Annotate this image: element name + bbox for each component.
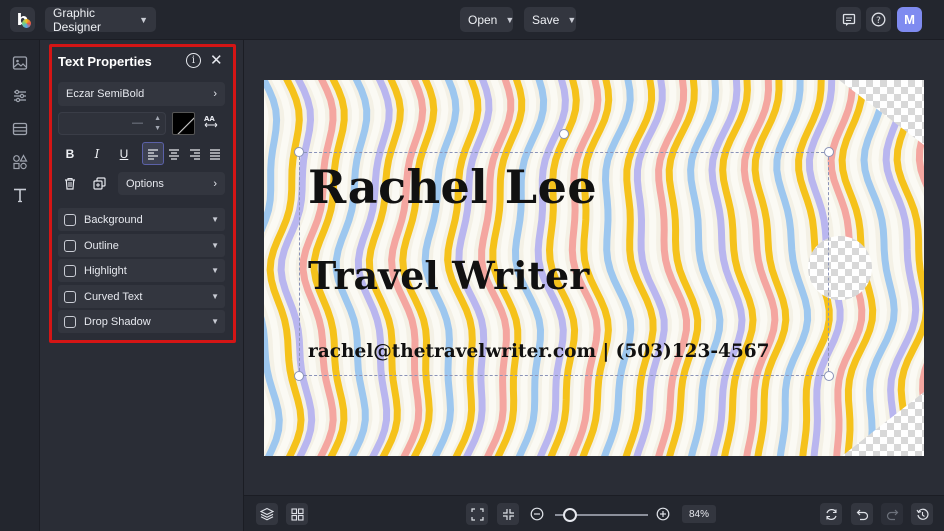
bold-button[interactable]: B (59, 142, 81, 165)
effect-outline[interactable]: Outline ▼ (58, 234, 225, 257)
panel-title: Text Properties (58, 54, 152, 69)
zoom-slider-handle[interactable] (563, 508, 577, 522)
layers-icon (260, 507, 274, 521)
font-selector[interactable]: Eczar SemiBold › (58, 82, 225, 106)
chevron-right-icon: › (213, 177, 217, 190)
text-tool-icon[interactable] (10, 185, 30, 205)
curved-text-checkbox[interactable] (64, 290, 76, 303)
align-justify-icon (210, 148, 220, 160)
help-button[interactable]: ? (866, 7, 891, 32)
font-size-value: — (132, 117, 143, 129)
zoom-value[interactable]: 84% (682, 505, 716, 523)
resize-handle-bottom-left[interactable] (294, 371, 304, 381)
chevron-right-icon: › (213, 88, 217, 100)
font-size-input[interactable]: — ▲ ▼ (58, 112, 166, 135)
font-name-label: Eczar SemiBold (66, 88, 145, 100)
graphics-tool-icon[interactable] (10, 152, 30, 172)
italic-button[interactable]: I (86, 142, 108, 165)
trash-icon[interactable] (60, 173, 80, 194)
align-center-icon (169, 148, 179, 160)
name-text[interactable]: Rachel Lee (308, 160, 597, 214)
effect-label: Drop Shadow (84, 315, 151, 328)
save-dropdown[interactable]: Save ▼ (524, 7, 576, 32)
zoom-out-icon[interactable] (530, 507, 544, 526)
shrink-button[interactable] (497, 503, 519, 525)
feedback-button[interactable] (836, 7, 861, 32)
top-toolbar: b Graphic Designer ▼ Open ▼ Save ▼ ? M (0, 0, 944, 40)
effect-highlight[interactable]: Highlight ▼ (58, 259, 225, 282)
resize-handle-bottom-right[interactable] (824, 371, 834, 381)
chevron-down-icon: ▼ (211, 292, 219, 301)
layout-tool-icon[interactable] (10, 119, 30, 139)
align-right-button[interactable] (184, 142, 206, 165)
app-logo[interactable]: b (10, 7, 35, 32)
zoom-in-icon[interactable] (656, 507, 670, 526)
effect-background[interactable]: Background ▼ (58, 208, 225, 231)
fit-to-screen-button[interactable] (466, 503, 488, 525)
svg-text:AA: AA (204, 115, 215, 123)
font-size-stepper[interactable]: ▲ ▼ (154, 114, 161, 134)
effect-drop-shadow[interactable]: Drop Shadow ▼ (58, 310, 225, 333)
history-icon (916, 508, 928, 520)
align-right-icon (190, 148, 200, 160)
help-icon: ? (871, 12, 886, 27)
contact-text[interactable]: rachel@thetravelwriter.com | (503)123-45… (308, 341, 770, 362)
effect-curved-text[interactable]: Curved Text ▼ (58, 285, 225, 308)
options-label: Options (126, 177, 164, 190)
options-button[interactable]: Options › (118, 172, 225, 195)
undo-button[interactable] (851, 503, 873, 525)
refresh-icon (825, 508, 837, 520)
chevron-down-icon: ▼ (139, 14, 148, 25)
chevron-down-icon: ▼ (505, 14, 515, 25)
rotate-handle[interactable] (559, 129, 569, 139)
outline-checkbox[interactable] (64, 239, 76, 252)
resize-handle-top-left[interactable] (294, 147, 304, 157)
effect-label: Highlight (84, 264, 127, 277)
background-checkbox[interactable] (64, 213, 76, 226)
job-title-text[interactable]: Travel Writer (308, 253, 589, 298)
svg-text:?: ? (876, 16, 881, 26)
redo-icon (886, 509, 898, 520)
align-center-button[interactable] (163, 142, 185, 165)
grid-view-button[interactable] (286, 503, 308, 525)
chevron-down-icon: ▼ (211, 266, 219, 275)
highlight-checkbox[interactable] (64, 264, 76, 277)
duplicate-icon[interactable] (89, 173, 109, 194)
history-button[interactable] (911, 503, 933, 525)
text-case-icon[interactable]: AA (204, 114, 218, 133)
save-dropdown-label: Save (532, 12, 560, 27)
drop-shadow-checkbox[interactable] (64, 315, 76, 328)
info-icon[interactable]: i (186, 53, 201, 68)
layers-button[interactable] (256, 503, 278, 525)
image-tool-icon[interactable] (10, 53, 30, 73)
open-dropdown-label: Open (468, 12, 498, 27)
expand-icon (470, 507, 484, 521)
mode-dropdown[interactable]: Graphic Designer ▼ (45, 5, 156, 34)
effect-label: Outline (84, 239, 119, 252)
adjust-tool-icon[interactable] (10, 86, 30, 106)
shrink-icon (502, 508, 514, 520)
undo-icon (856, 509, 868, 520)
align-left-button[interactable] (142, 142, 164, 165)
text-color-swatch[interactable] (172, 112, 195, 135)
chevron-down-icon: ▼ (211, 241, 219, 250)
open-dropdown[interactable]: Open ▼ (460, 7, 515, 32)
chevron-down-icon: ▼ (211, 317, 219, 326)
resize-handle-top-right[interactable] (824, 147, 834, 157)
redo-button[interactable] (881, 503, 903, 525)
close-icon[interactable]: ✕ (210, 51, 223, 69)
effect-label: Curved Text (84, 290, 143, 303)
chevron-down-icon: ▼ (567, 14, 577, 25)
align-justify-button[interactable] (204, 142, 226, 165)
align-left-icon (148, 148, 158, 160)
chevron-down-icon: ▼ (211, 215, 219, 224)
mode-dropdown-label: Graphic Designer (53, 5, 102, 34)
grid-icon (290, 507, 304, 521)
user-avatar[interactable]: M (897, 7, 922, 32)
underline-button[interactable]: U (113, 142, 135, 165)
effect-label: Background (84, 213, 143, 226)
reset-button[interactable] (820, 503, 842, 525)
tool-sidebar (0, 40, 40, 531)
chat-icon (842, 13, 855, 26)
